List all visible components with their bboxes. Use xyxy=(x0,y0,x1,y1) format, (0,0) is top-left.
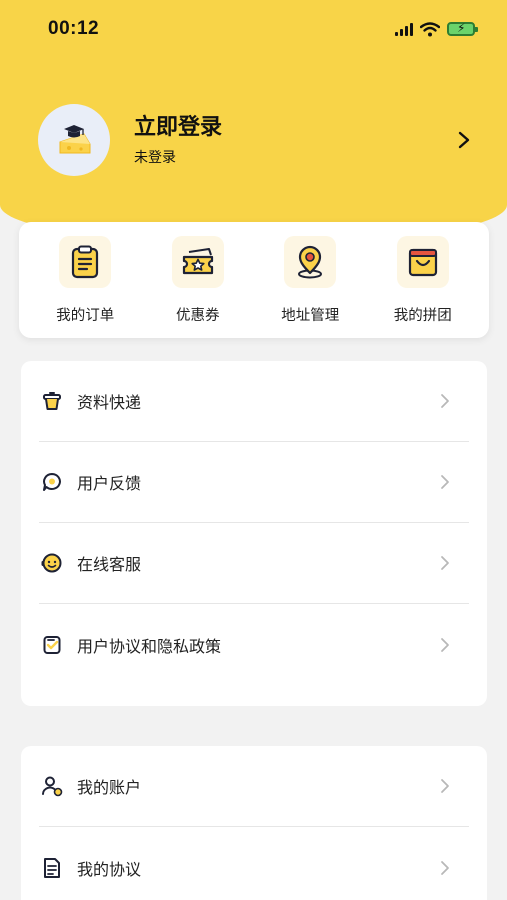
quick-action-group-buy[interactable]: 我的拼团 xyxy=(373,236,473,325)
menu-item-label: 用户反馈 xyxy=(77,474,142,493)
service-menu-card: 资料快递 用户反馈 在线客服 用户协议和隐私政策 xyxy=(21,361,487,706)
location-pin-icon xyxy=(298,245,323,279)
quick-action-label: 优惠券 xyxy=(176,308,220,324)
chevron-right-icon xyxy=(441,860,449,875)
avatar-cheese-icon xyxy=(59,125,91,154)
menu-item-my-agreement[interactable]: 我的协议 xyxy=(39,827,469,900)
login-profile[interactable]: 立即登录 未登录 xyxy=(38,104,478,176)
menu-item-label: 我的账户 xyxy=(77,778,142,797)
chevron-right-icon xyxy=(441,475,449,489)
login-title[interactable]: 立即登录 xyxy=(134,113,222,143)
quick-action-label: 地址管理 xyxy=(281,308,340,324)
status-bar: 00:12 ⚡ xyxy=(0,0,507,58)
battery-charging-icon: ⚡ xyxy=(447,21,478,36)
account-user-icon xyxy=(42,776,63,797)
chevron-right-icon[interactable] xyxy=(454,128,474,152)
order-clipboard-icon xyxy=(72,245,99,279)
menu-item-materials-delivery[interactable]: 资料快递 xyxy=(39,361,469,442)
chevron-right-icon xyxy=(441,394,449,408)
menu-item-my-account[interactable]: 我的账户 xyxy=(39,746,469,827)
cup-icon xyxy=(43,392,61,410)
login-status: 未登录 xyxy=(134,150,176,166)
quick-action-label: 我的拼团 xyxy=(393,308,452,324)
menu-item-label: 在线客服 xyxy=(77,555,142,574)
menu-item-online-service[interactable]: 在线客服 xyxy=(39,523,469,604)
chevron-right-icon xyxy=(441,556,449,570)
menu-item-label: 用户协议和隐私政策 xyxy=(77,636,222,656)
agreement-check-icon xyxy=(43,635,61,654)
coupon-ticket-icon xyxy=(182,248,213,275)
menu-item-feedback[interactable]: 用户反馈 xyxy=(39,442,469,523)
chevron-right-icon xyxy=(441,779,449,793)
service-face-icon xyxy=(41,553,62,573)
quick-action-label: 我的订单 xyxy=(56,308,115,324)
feedback-chat-icon xyxy=(43,473,61,491)
chevron-right-icon xyxy=(441,637,449,652)
quick-action-coupons[interactable]: 优惠券 xyxy=(148,236,248,325)
group-bag-icon xyxy=(408,248,437,277)
menu-item-label: 我的协议 xyxy=(77,859,142,879)
menu-item-label: 资料快递 xyxy=(77,393,142,412)
account-menu-card: 我的账户 我的协议 xyxy=(21,746,487,900)
cellular-signal-icon xyxy=(395,22,413,36)
document-icon xyxy=(44,857,60,878)
status-time: 00:12 xyxy=(48,18,100,39)
quick-action-address[interactable]: 地址管理 xyxy=(260,236,360,325)
menu-item-user-agreement-privacy[interactable]: 用户协议和隐私政策 xyxy=(39,604,469,685)
quick-actions-card: 我的订单 优惠券 地址管理 我的拼团 xyxy=(19,222,489,338)
quick-action-orders[interactable]: 我的订单 xyxy=(35,236,135,325)
avatar[interactable] xyxy=(38,104,110,176)
wifi-icon xyxy=(420,21,440,36)
